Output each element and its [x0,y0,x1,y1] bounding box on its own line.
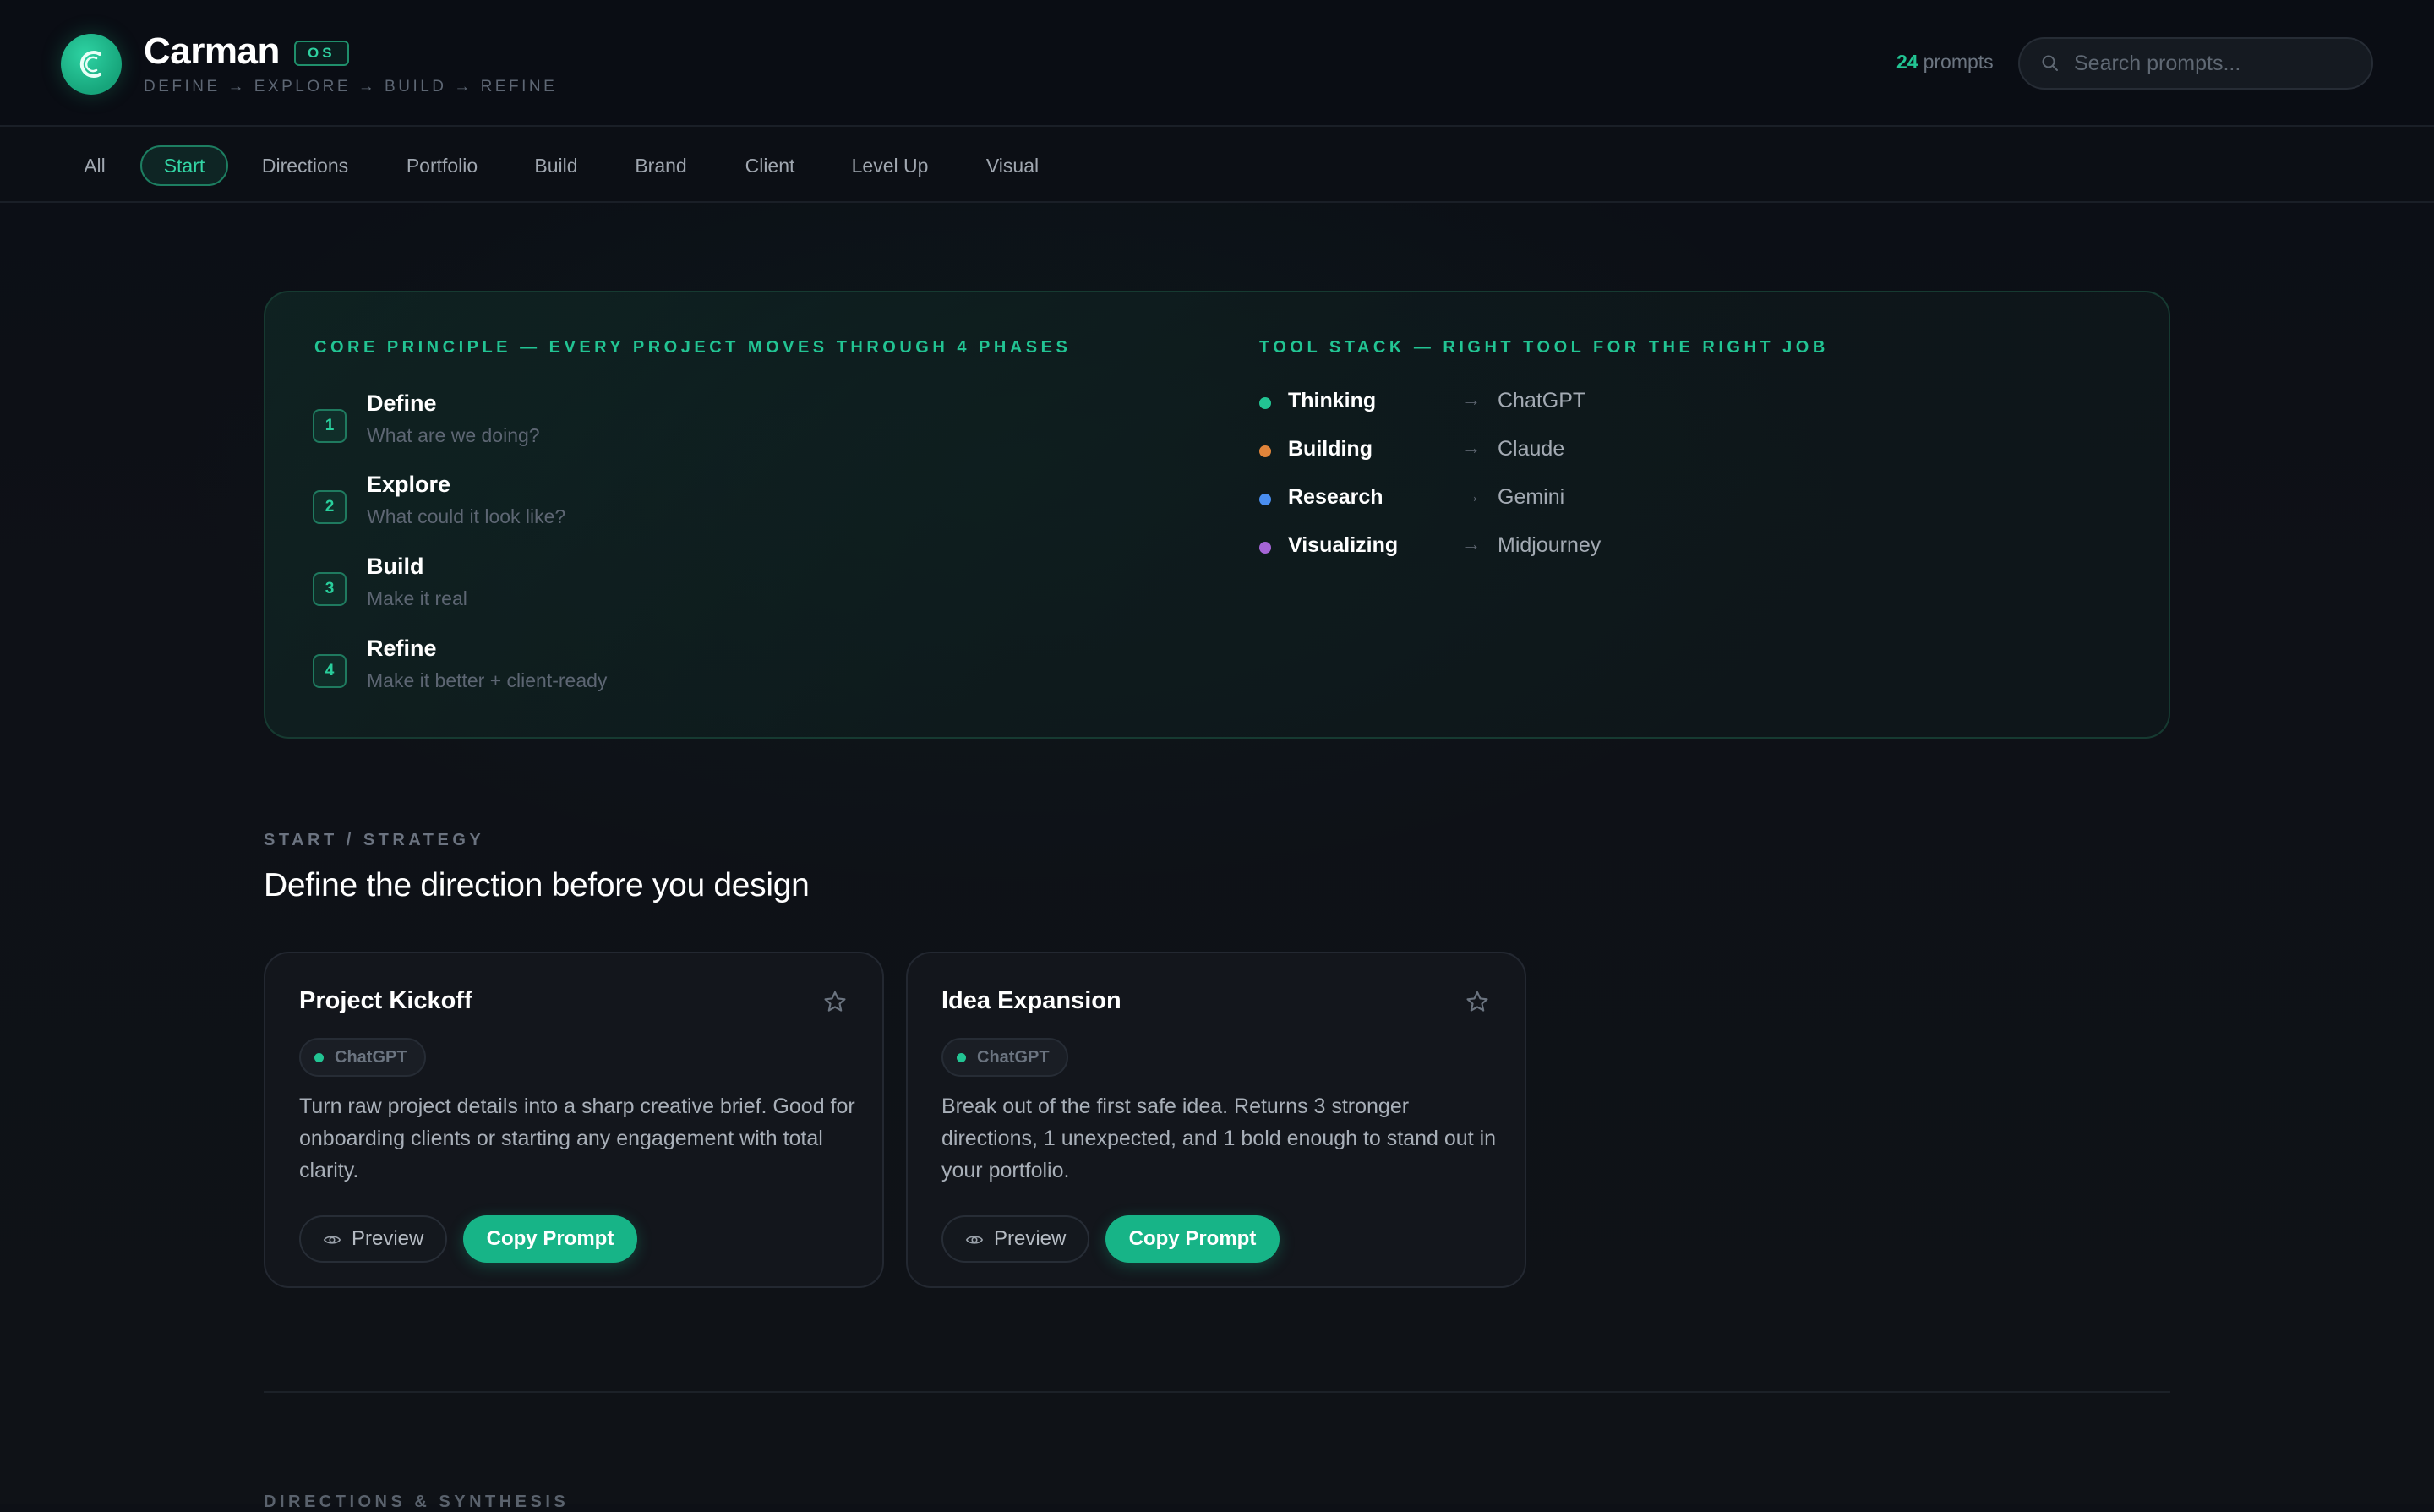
prompt-count-label: prompts [1923,51,1994,73]
section-label: START / STRATEGY [264,831,485,849]
phase-name: Explore [367,472,451,497]
tab-directions[interactable]: Directions [250,145,360,186]
os-badge: OS [294,41,349,66]
phase-number: 4 [313,654,347,688]
phase-explore: 2 Explore What could it look like? [313,472,904,539]
search-icon [2042,55,2058,71]
tool-tag: ChatGPT [299,1038,426,1077]
star-icon[interactable] [1464,989,1491,1016]
tool-task: Building [1288,437,1373,461]
card-description: Turn raw project details into a sharp cr… [299,1094,855,1182]
phase-number: 3 [313,572,347,606]
tab-build[interactable]: Build [524,145,588,186]
app-name: Carman [144,30,280,72]
core-principle-heading: CORE PRINCIPLE — EVERY PROJECT MOVES THR… [314,338,1072,357]
phase-name: Refine [367,636,437,661]
phase-build: 3 Build Make it real [313,554,904,621]
prompt-count-number: 24 [1896,51,1918,73]
tool-tag: ChatGPT [941,1038,1068,1077]
eye-icon [965,1236,984,1244]
phase-description: Make it better + client-ready [367,669,608,691]
eye-icon [323,1236,341,1244]
tool-row-visualizing: Visualizing → Midjourney [1259,532,1766,565]
search-input[interactable] [2074,51,2353,76]
tool-row-thinking: Thinking → ChatGPT [1259,387,1766,421]
phase-define: 1 Define What are we doing? [313,390,904,458]
tool-app: Gemini [1498,485,1565,509]
preview-label: Preview [352,1227,424,1250]
tool-app: Midjourney [1498,533,1602,557]
tab-brand[interactable]: Brand [622,145,700,186]
prompt-card-idea-expansion[interactable]: Idea Expansion ChatGPT Break out of the … [906,952,1526,1288]
card-description: Break out of the first safe idea. Return… [941,1094,1497,1182]
phase-refine: 4 Refine Make it better + client-ready [313,636,904,703]
preview-button[interactable]: Preview [299,1215,448,1263]
search-box[interactable] [2018,37,2373,90]
tool-stack-heading: TOOL STACK — RIGHT TOOL FOR THE RIGHT JO… [1259,338,1829,357]
tool-task: Research [1288,485,1383,509]
tab-portfolio[interactable]: Portfolio [392,145,492,186]
copy-prompt-button[interactable]: Copy Prompt [1105,1215,1280,1263]
preview-button[interactable]: Preview [941,1215,1090,1263]
tag-label: ChatGPT [977,1047,1050,1067]
arrow-right-icon: → [1462,389,1481,410]
section-title: Define the direction before you design [264,867,810,903]
card-title: Project Kickoff [299,987,472,1014]
phase-name: Define [367,390,437,416]
status-dot [1259,397,1271,409]
tab-client[interactable]: Client [732,145,808,186]
category-tabs: All Start Directions Portfolio Build Bra… [0,127,2434,203]
phase-description: What could it look like? [367,505,566,527]
phase-number: 2 [313,490,347,524]
star-icon[interactable] [821,989,849,1016]
phase-number: 1 [313,409,347,443]
tool-app: Claude [1498,437,1565,461]
arrow-right-icon: → [1462,437,1481,458]
tab-level-up[interactable]: Level Up [842,145,938,186]
tag-dot [957,1053,966,1062]
tab-start[interactable]: Start [140,145,228,186]
status-dot [1259,445,1271,457]
arrow-right-icon: → [1462,485,1481,506]
status-dot [1259,542,1271,554]
tool-task: Thinking [1288,389,1377,412]
tool-row-building: Building → Claude [1259,435,1766,469]
tool-task: Visualizing [1288,533,1399,557]
card-title: Idea Expansion [941,987,1121,1014]
prompt-card-project-kickoff[interactable]: Project Kickoff ChatGPT Turn raw project… [264,952,884,1288]
logo-icon[interactable] [61,34,122,95]
prompt-count: 24 prompts [1896,51,1994,74]
phase-description: What are we doing? [367,424,540,446]
phase-tagline: DEFINE → EXPLORE → BUILD → REFINE [144,78,558,96]
core-principle-panel: CORE PRINCIPLE — EVERY PROJECT MOVES THR… [264,291,2170,739]
tag-dot [314,1053,324,1062]
tool-row-research: Research → Gemini [1259,483,1766,517]
logo-mark [79,51,101,78]
status-dot [1259,494,1271,505]
tab-all[interactable]: All [73,145,117,186]
copy-prompt-button[interactable]: Copy Prompt [463,1215,637,1263]
preview-label: Preview [994,1227,1067,1250]
phase-description: Make it real [367,587,467,609]
next-section-label: DIRECTIONS & SYNTHESIS [264,1493,570,1511]
arrow-right-icon: → [1462,533,1481,554]
tool-app: ChatGPT [1498,389,1586,412]
tab-visual[interactable]: Visual [979,145,1046,186]
phase-name: Build [367,554,424,579]
section-divider [264,1391,2170,1393]
app-header: Carman OS DEFINE → EXPLORE → BUILD → REF… [0,0,2434,127]
tag-label: ChatGPT [335,1047,407,1067]
